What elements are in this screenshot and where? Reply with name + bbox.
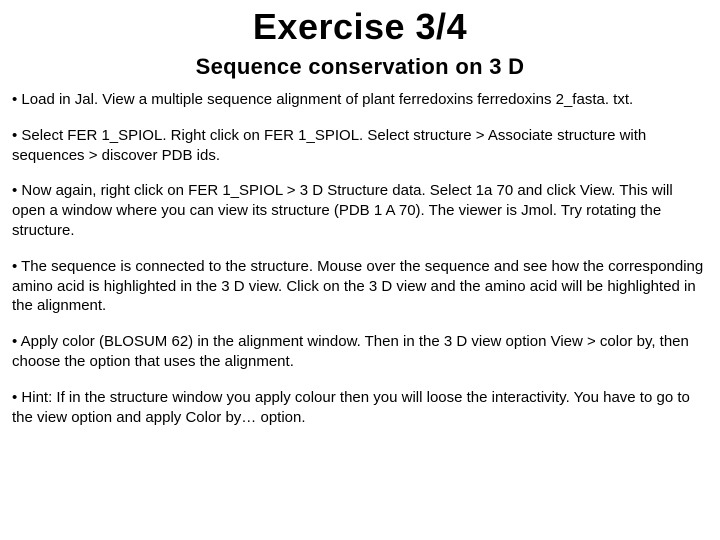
bullet-item: • The sequence is connected to the struc…: [12, 257, 708, 316]
page-subtitle: Sequence conservation on 3 D: [12, 54, 708, 80]
bullet-item: • Hint: If in the structure window you a…: [12, 388, 708, 428]
page-title: Exercise 3/4: [12, 6, 708, 48]
bullet-item: • Apply color (BLOSUM 62) in the alignme…: [12, 332, 708, 372]
bullet-item: • Now again, right click on FER 1_SPIOL …: [12, 181, 708, 240]
bullet-item: • Load in Jal. View a multiple sequence …: [12, 90, 708, 110]
bullet-item: • Select FER 1_SPIOL. Right click on FER…: [12, 126, 708, 166]
